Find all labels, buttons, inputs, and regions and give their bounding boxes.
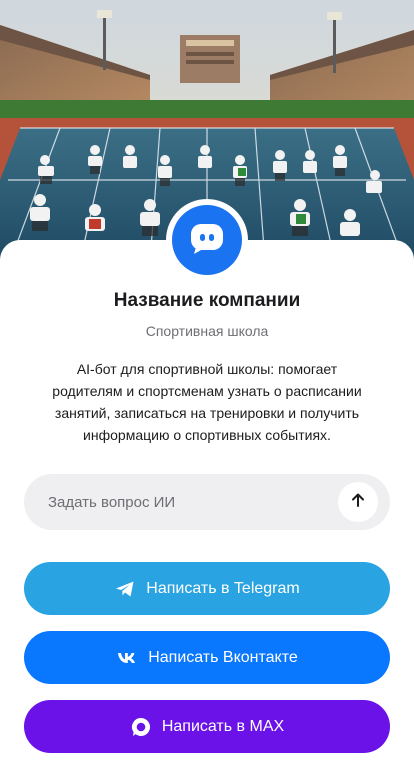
company-name: Название компании [113,290,301,311]
max-icon [130,716,152,738]
arrow-up-icon [350,492,366,513]
telegram-button[interactable]: Написать в Telegram [24,562,390,615]
send-button[interactable] [338,482,378,522]
avatar [172,205,242,275]
vk-button[interactable]: Написать Вконтакте [24,631,390,684]
max-button[interactable]: Написать в MAX [24,700,390,753]
max-button-label: Написать в MAX [161,717,285,735]
telegram-button-label: Написать в Telegram [146,579,300,597]
vk-button-label: Написать Вконтакте [148,648,298,666]
chat-bot-icon [188,219,226,262]
vk-icon [116,647,138,669]
company-category: Спортивная школа [145,323,269,339]
ask-ai-input[interactable] [48,474,328,530]
company-description: AI-бот для спортивной школы: помогает ро… [52,361,362,443]
telegram-icon [114,578,136,600]
ask-ai-box [24,474,390,530]
